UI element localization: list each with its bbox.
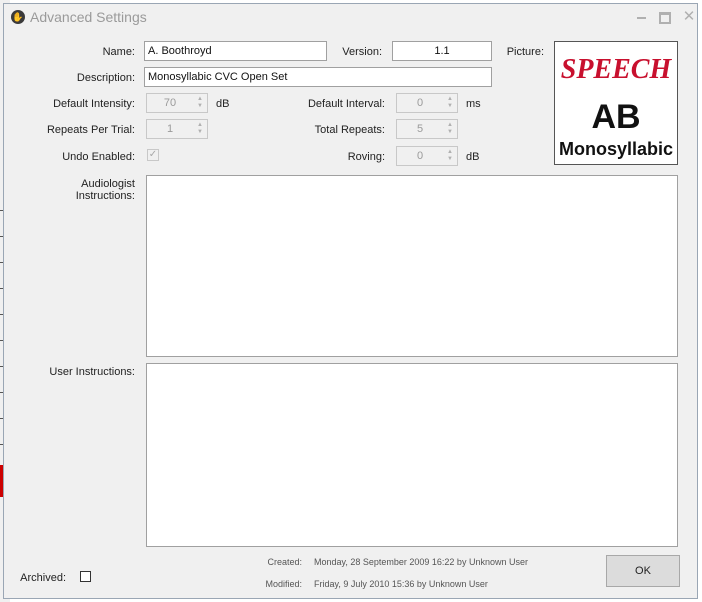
spin-arrows-icon[interactable]: ▲ ▼ — [445, 149, 455, 163]
modified-value: Friday, 9 July 2010 15:36 by Unknown Use… — [314, 579, 488, 589]
version-input[interactable]: 1.1 — [392, 41, 492, 61]
close-button[interactable]: ✕ — [679, 8, 699, 26]
maximize-button[interactable] — [655, 8, 675, 26]
ok-button[interactable]: OK — [606, 555, 680, 587]
maximize-icon — [659, 12, 671, 24]
description-input[interactable]: Monosyllabic CVC Open Set — [144, 67, 492, 87]
archived-checkbox[interactable] — [80, 571, 91, 582]
description-label: Description: — [76, 72, 135, 84]
default-interval-value: 0 — [416, 97, 424, 109]
default-interval-label: Default Interval: — [307, 98, 385, 110]
spin-arrows-icon[interactable]: ▲ ▼ — [445, 122, 455, 136]
version-label: Version: — [342, 46, 382, 58]
created-label: Created: — [267, 557, 302, 567]
picture-box[interactable]: SPEECH AB Monosyllabic — [554, 41, 678, 165]
minimize-icon — [636, 17, 646, 19]
user-instructions-label: User Instructions: — [49, 366, 135, 378]
undo-enabled-checkbox[interactable]: ✓ — [147, 149, 159, 161]
repeats-per-trial-value: 1 — [166, 123, 174, 135]
total-repeats-label: Total Repeats: — [314, 124, 385, 136]
archived-label: Archived: — [20, 572, 66, 584]
audiologist-instructions-label: Audiologist Instructions: — [44, 178, 135, 202]
roving-label: Roving: — [347, 151, 385, 163]
close-icon: ✕ — [682, 8, 696, 25]
window-title: Advanced Settings — [30, 9, 147, 25]
roving-value: 0 — [416, 150, 424, 162]
default-interval-stepper[interactable]: 0 ▲ ▼ — [396, 93, 458, 113]
default-interval-unit: ms — [466, 98, 481, 110]
picture-label: Picture: — [506, 46, 544, 58]
default-intensity-label: Default Intensity: — [53, 98, 135, 110]
repeats-per-trial-stepper[interactable]: 1 ▲ ▼ — [146, 119, 208, 139]
picture-code: AB — [591, 98, 641, 136]
name-input[interactable]: A. Boothroyd — [144, 41, 327, 61]
picture-subtitle: Monosyllabic — [558, 139, 674, 159]
total-repeats-value: 5 — [416, 123, 424, 135]
default-intensity-unit: dB — [216, 98, 230, 110]
picture-brand: SPEECH — [560, 54, 672, 85]
spin-arrows-icon[interactable]: ▲ ▼ — [195, 96, 205, 110]
spin-arrows-icon[interactable]: ▲ ▼ — [195, 122, 205, 136]
created-value: Monday, 28 September 2009 16:22 by Unkno… — [314, 557, 528, 567]
repeats-per-trial-label: Repeats Per Trial: — [46, 124, 135, 136]
audiologist-instructions-label-line2: Instructions: — [75, 190, 135, 202]
undo-enabled-label: Undo Enabled: — [62, 151, 135, 163]
total-repeats-stepper[interactable]: 5 ▲ ▼ — [396, 119, 458, 139]
advanced-settings-dialog: ✋ Advanced Settings ✕ Name: A. Boothroyd… — [3, 3, 698, 599]
title-bar[interactable]: ✋ Advanced Settings ✕ — [4, 4, 697, 32]
modified-label: Modified: — [265, 579, 302, 589]
default-intensity-value: 70 — [163, 97, 177, 109]
default-intensity-stepper[interactable]: 70 ▲ ▼ — [146, 93, 208, 113]
spin-arrows-icon[interactable]: ▲ ▼ — [445, 96, 455, 110]
audiologist-instructions-label-line1: Audiologist — [81, 178, 135, 190]
app-icon: ✋ — [11, 10, 25, 24]
audiologist-instructions-textarea[interactable] — [146, 175, 678, 357]
name-label: Name: — [102, 46, 135, 58]
minimize-button[interactable] — [631, 8, 651, 26]
roving-unit: dB — [466, 151, 480, 163]
roving-stepper[interactable]: 0 ▲ ▼ — [396, 146, 458, 166]
user-instructions-textarea[interactable] — [146, 363, 678, 547]
